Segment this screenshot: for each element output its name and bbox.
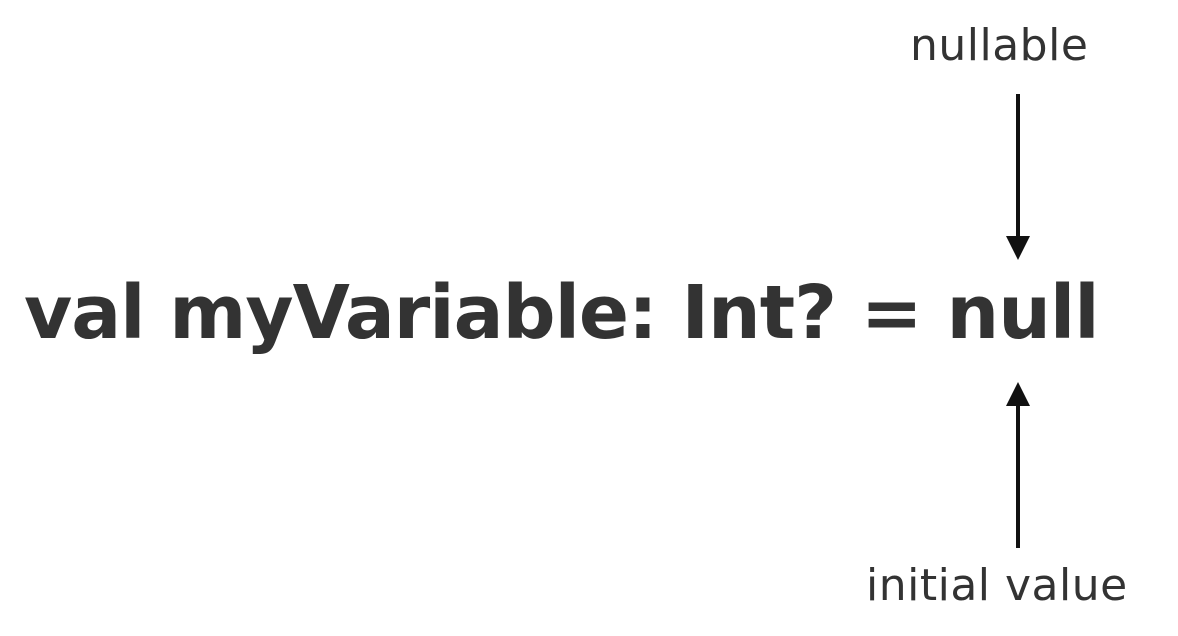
arrows-layer xyxy=(1006,94,1030,548)
arrow-down-icon xyxy=(1006,94,1030,260)
arrow-up-icon xyxy=(1006,382,1030,548)
slide-canvas: nullable val myVariable: Int? = null ini… xyxy=(0,0,1178,636)
